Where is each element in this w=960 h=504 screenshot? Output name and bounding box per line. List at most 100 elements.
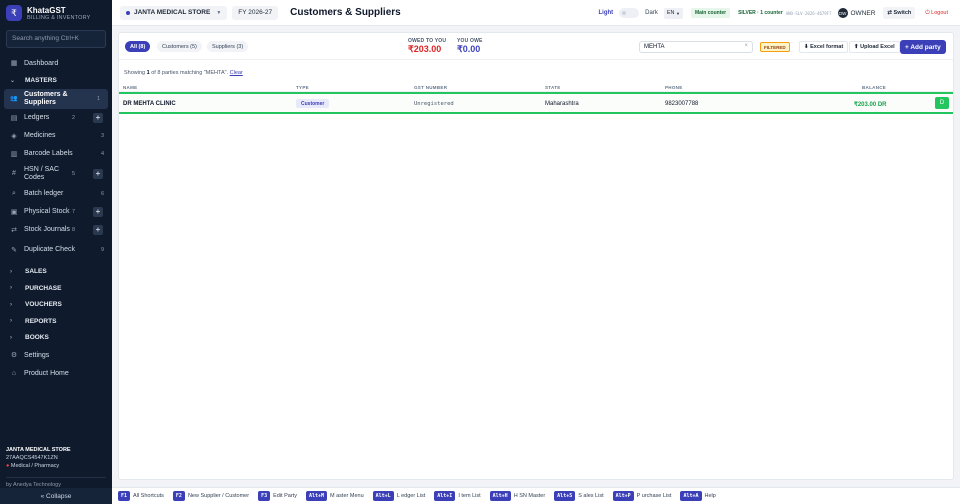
close-icon[interactable]: × xyxy=(744,43,748,49)
shortcut-label: P urchase List xyxy=(636,493,672,499)
book-icon: ▤ xyxy=(10,114,18,122)
store-selector[interactable]: JANTA MEDICAL STORE ▼ xyxy=(120,5,228,20)
top-right-controls: Light Dark EN ▼ Main counter SILVER · 1 … xyxy=(598,0,952,26)
barcode-icon: ▥ xyxy=(10,150,18,158)
column-header-name[interactable]: NAME xyxy=(123,85,137,90)
party-type-badge: Customer xyxy=(296,99,330,108)
shortcut-item[interactable]: Alt+I I tem List xyxy=(434,491,481,501)
sidebar-item-product-home[interactable]: ⌂ Product Home xyxy=(0,364,112,382)
sidebar-section-label: REPORTS xyxy=(25,317,57,325)
clear-filter-link[interactable]: Clear xyxy=(230,70,243,76)
shortcut-item[interactable]: F2 New Supplier / Customer xyxy=(172,491,250,501)
shortcut-item[interactable]: Alt+P P urchase List xyxy=(612,491,672,501)
upload-excel-button[interactable]: ⬆ Upload Excel xyxy=(849,41,900,53)
party-search-input[interactable]: MEHTA × xyxy=(639,41,753,53)
sidebar-item-settings[interactable]: ⚙ Settings xyxy=(0,346,112,364)
theme-light-label[interactable]: Light xyxy=(598,10,613,16)
shortcut-label: Help xyxy=(704,493,716,499)
column-header-phone[interactable]: PHONE xyxy=(665,85,683,90)
sidebar-item-shortcut: 6 xyxy=(100,190,104,197)
theme-toggle[interactable] xyxy=(619,8,640,18)
results-summary: Showing 1 of 8 parties matching "MEHTA".… xyxy=(124,70,243,76)
sidebar-item-label: Product Home xyxy=(24,369,69,377)
tab-suppliers[interactable]: Suppliers (3) xyxy=(207,41,249,52)
fy-selector[interactable]: FY 2026-27 xyxy=(232,5,279,20)
sidebar-item-ledgers[interactable]: ▤ Ledgers 2 + xyxy=(0,109,112,127)
quick-add-button[interactable]: + xyxy=(93,112,103,123)
you-owe-value: ₹0.00 xyxy=(457,44,481,54)
shortcut-item[interactable]: F1 All Shortcuts xyxy=(118,491,164,501)
sidebar-item-medicines[interactable]: ◈ Medicines 3 xyxy=(0,127,112,145)
tab-all[interactable]: All (8) xyxy=(125,41,151,52)
quick-add-button[interactable]: + xyxy=(93,224,103,235)
sidebar-item-shortcut: 5 xyxy=(71,170,75,177)
column-header-type[interactable]: TYPE xyxy=(296,85,309,90)
sidebar-section-sales[interactable]: › SALES xyxy=(0,264,112,281)
sidebar-item-shortcut: 8 xyxy=(71,226,75,233)
shortcut-item[interactable]: Alt+A Help xyxy=(680,491,716,501)
column-header-gst[interactable]: GST NUMBER xyxy=(414,85,447,90)
shortcut-item[interactable]: Alt+L L edger List xyxy=(372,491,425,501)
brand[interactable]: ₹ KhataGST BILLING & INVENTORY xyxy=(0,0,112,26)
party-gst: Unregistered xyxy=(414,101,454,107)
add-party-button[interactable]: + Add party xyxy=(900,40,946,54)
tab-customers[interactable]: Customers (5) xyxy=(157,41,202,52)
party-name[interactable]: DR MEHTA CLINIC xyxy=(123,101,176,107)
sidebar-item-label: Batch ledger xyxy=(24,189,64,197)
table-row[interactable]: DR MEHTA CLINIC Customer Unregistered Ma… xyxy=(119,92,953,114)
sidebar-item-batch-ledger[interactable]: ⌕ Batch ledger 6 xyxy=(0,185,112,203)
sidebar-item-customers-suppliers[interactable]: 👥 Customers & Suppliers 1 xyxy=(4,88,108,109)
shortcut-key: Alt+A xyxy=(680,491,702,501)
chevron-right-icon: › xyxy=(10,334,12,341)
sidebar-section-reports[interactable]: › REPORTS xyxy=(0,313,112,330)
sidebar: ₹ KhataGST BILLING & INVENTORY Search an… xyxy=(0,0,112,504)
avatar[interactable]: OW xyxy=(837,8,848,18)
sidebar-section-books[interactable]: › BOOKS xyxy=(0,330,112,347)
chevron-down-icon: ▼ xyxy=(676,10,680,16)
shortcut-key: Alt+L xyxy=(372,491,394,501)
quick-add-button[interactable]: + xyxy=(93,206,103,217)
sidebar-search-input[interactable]: Search anything Ctrl+K xyxy=(6,30,106,48)
logout-button[interactable]: ⏻ Logout xyxy=(921,7,952,19)
sidebar-item-shortcut: 2 xyxy=(71,114,75,121)
sidebar-section-masters[interactable]: ⌄ MASTERS xyxy=(0,72,112,89)
sidebar-section-label: PURCHASE xyxy=(25,284,62,292)
shortcut-label: New Supplier / Customer xyxy=(187,493,250,499)
sidebar-item-dashboard[interactable]: ▦ Dashboard xyxy=(0,54,112,72)
shortcut-item[interactable]: Alt+S S ales List xyxy=(554,491,604,501)
excel-format-button[interactable]: ⬇ Excel format xyxy=(799,41,849,53)
sidebar-item-shortcut: 4 xyxy=(100,150,104,157)
sidebar-item-physical-stock[interactable]: ▣ Physical Stock 7 + xyxy=(0,203,112,221)
party-balance: ₹203.00 DR xyxy=(854,102,887,108)
sidebar-item-barcode-labels[interactable]: ▥ Barcode Labels 4 xyxy=(0,145,112,163)
license-tier: SILVER · 1 counter xyxy=(738,10,783,16)
sidebar-item-hsn-sac-codes[interactable]: # HSN / SAC Codes 5 + xyxy=(0,163,112,185)
switch-user-button[interactable]: ⇄ Switch xyxy=(883,7,916,19)
language-select[interactable]: EN ▼ xyxy=(663,7,683,19)
shortcut-item[interactable]: Alt+H H SN Master xyxy=(489,491,545,501)
chevron-right-icon: › xyxy=(10,318,12,325)
party-phone: 9823007788 xyxy=(665,101,699,107)
store-gstin: 27AAQCS4547K1ZN xyxy=(6,455,58,461)
sidebar-item-label: Ledgers xyxy=(24,113,50,121)
shortcut-item[interactable]: Alt+M M aster Menu xyxy=(305,491,364,501)
page-title: Customers & Suppliers xyxy=(290,7,401,18)
grid-icon: ▦ xyxy=(10,60,18,67)
sidebar-item-duplicate-check[interactable]: ✎ Duplicate Check 9 xyxy=(0,239,112,261)
party-action-button[interactable]: D xyxy=(935,97,949,109)
shortcut-key: F2 xyxy=(172,491,185,501)
column-header-state[interactable]: STATE xyxy=(545,85,561,90)
collapse-sidebar-button[interactable]: « Collapse xyxy=(0,488,112,504)
sidebar-item-stock-journals[interactable]: ⇄ Stock Journals 8 + xyxy=(0,221,112,239)
store-info: JANTA MEDICAL STORE 27AAQCS4547K1ZN ● Me… xyxy=(0,447,112,488)
column-header-balance[interactable]: BALANCE xyxy=(862,85,886,90)
results-prefix: Showing xyxy=(124,70,147,76)
parties-panel: All (8) Customers (5) Suppliers (3) OWED T… xyxy=(118,32,954,480)
shortcut-label: S ales List xyxy=(578,493,604,499)
sidebar-section-vouchers[interactable]: › VOUCHERS xyxy=(0,297,112,314)
sidebar-section-purchase[interactable]: › PURCHASE xyxy=(0,280,112,297)
quick-add-button[interactable]: + xyxy=(93,168,103,179)
results-suffix: of 8 parties matching "MEHTA". xyxy=(149,70,230,76)
theme-dark-label[interactable]: Dark xyxy=(645,10,658,16)
shortcut-item[interactable]: F3 Edit Party xyxy=(258,491,297,501)
